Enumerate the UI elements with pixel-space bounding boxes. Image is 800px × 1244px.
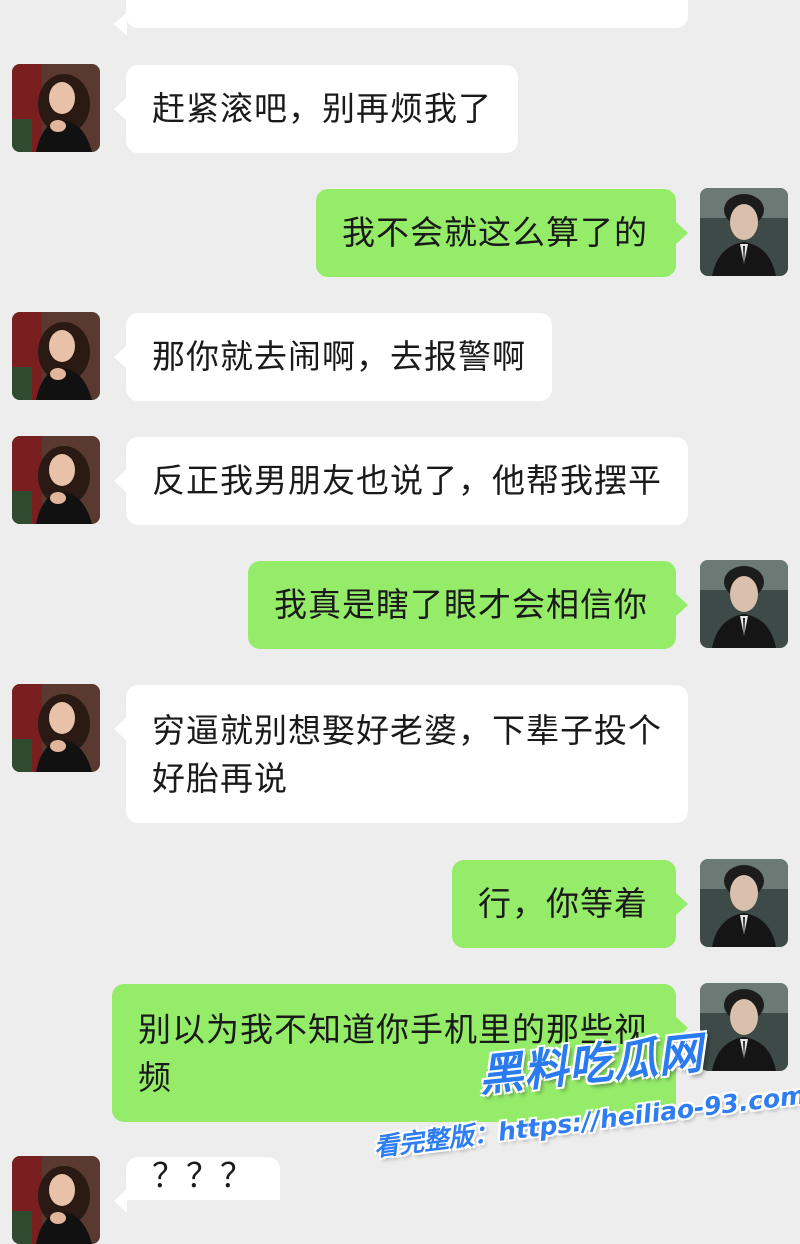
- message-bubble-outgoing[interactable]: 我真是瞎了眼才会相信你: [248, 561, 688, 649]
- avatar-image: [700, 560, 788, 648]
- message-bubble-incoming[interactable]: 穷逼就别想娶好老婆，下辈子投个好胎再说: [114, 685, 688, 823]
- site-watermark: 黑料吃瓜网 看完整版：https://heiliao-93.com: [372, 1028, 800, 1190]
- self-avatar[interactable]: [700, 560, 788, 648]
- message-bubble-incoming[interactable]: ？？？: [114, 1156, 280, 1213]
- message-bubble-outgoing[interactable]: 我不会就这么算了的: [316, 189, 688, 277]
- contact-avatar[interactable]: [12, 312, 100, 400]
- message-bubble-incoming[interactable]: 那你就去闹啊，去报警啊: [114, 313, 552, 401]
- avatar-image: [12, 1156, 100, 1244]
- contact-avatar[interactable]: [12, 1156, 100, 1244]
- avatar-image: [700, 859, 788, 947]
- contact-avatar[interactable]: [12, 684, 100, 772]
- avatar-image: [700, 188, 788, 276]
- avatar-image: [12, 684, 100, 772]
- message-bubble-incoming[interactable]: [114, 0, 688, 36]
- message-bubble-incoming[interactable]: 反正我男朋友也说了，他帮我摆平: [114, 437, 688, 525]
- contact-avatar[interactable]: [12, 64, 100, 152]
- self-avatar[interactable]: [700, 188, 788, 276]
- self-avatar[interactable]: [700, 859, 788, 947]
- message-bubble-incoming[interactable]: 赶紧滚吧，别再烦我了: [114, 65, 518, 153]
- avatar-image: [12, 312, 100, 400]
- avatar-image: [12, 64, 100, 152]
- message-bubble-outgoing[interactable]: 行，你等着: [452, 860, 688, 948]
- contact-avatar[interactable]: [12, 436, 100, 524]
- avatar-image: [12, 436, 100, 524]
